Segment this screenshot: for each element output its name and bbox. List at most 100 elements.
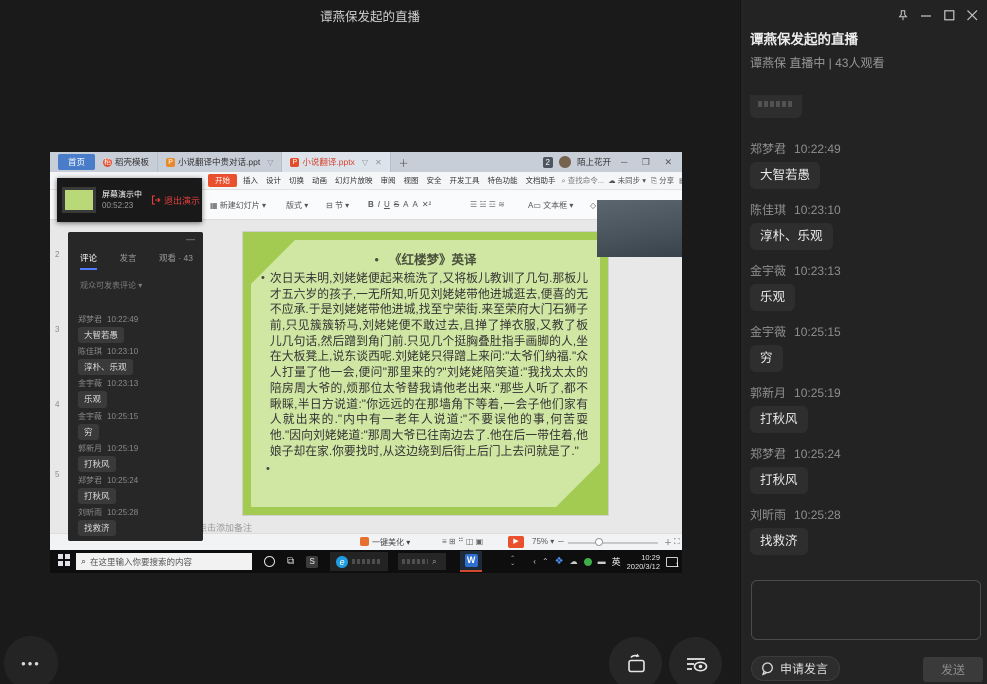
slide-title: •《红楼梦》英译 (251, 249, 600, 268)
slide: •《红楼梦》英译 • 次日天未明,刘姥姥便起来梳洗了,又将板儿教训了几句.那板儿… (243, 232, 608, 515)
message-bubble: 找救济 (750, 528, 808, 555)
chat-input[interactable] (751, 580, 981, 640)
slide-number-strip: 2345 (55, 220, 65, 533)
zoom-level: 75% ▾ (532, 537, 554, 546)
active-tab-underline (80, 268, 97, 270)
message-time: 10:25:15 (794, 325, 841, 339)
message-bubble: 大智若愚 (78, 327, 124, 343)
rotate-icon (624, 652, 648, 676)
slide-number: 3 (55, 325, 59, 334)
message-bubble: 乐观 (750, 284, 795, 311)
slide-number: 4 (55, 400, 59, 409)
panel-tab-speak: 发言 (119, 252, 136, 264)
clipped-message-bubble (750, 95, 802, 118)
font-format-buttons: BIUSAA✕² (368, 200, 435, 209)
ribbon-tab-4: 切换 (287, 174, 306, 187)
chat-message: 金宇薇10:23:13乐观 (78, 378, 199, 410)
request-speak-button[interactable]: 申请发言 (751, 656, 840, 681)
wps-doc-tab: P 小说翻译中贵对话.ppt ▽ (158, 152, 282, 172)
message-bubble: 打秋风 (78, 456, 116, 472)
pin-icon[interactable] (897, 9, 909, 21)
stage-title: 谭燕保发起的直播 (0, 6, 740, 25)
message-bubble: 乐观 (78, 391, 107, 407)
close-button[interactable] (966, 9, 978, 21)
windows-taskbar: ⌕在这里输入你要搜索的内容 ⧉ S e ⌕ W ⌃⌄ ‹ ⌃ ❖ ☁ ▬ 英 1 (50, 550, 682, 573)
message-sender: 陈佳琪 (750, 203, 786, 217)
ribbon-tab-3: 设计 (264, 174, 283, 187)
stream-status: 谭燕保 直播中 | 43人观看 (750, 54, 884, 71)
message-sender: 郑梦君 (750, 142, 786, 156)
chat-message: 金宇薇10:25:15穷 (78, 411, 199, 443)
wps-taskbar-button: W (460, 551, 482, 572)
ribbon-tab-9: 安全 (425, 174, 444, 187)
slide-thumbnail (62, 187, 96, 213)
presenter-webcam (597, 200, 682, 257)
presenting-timer: 00:52:23 (102, 200, 142, 211)
wps-username: 陌上花开 (577, 156, 611, 168)
chat-message: 陈佳琪10:23:10淳朴、乐观 (750, 201, 981, 262)
toggle-comments-button[interactable] (669, 637, 722, 684)
cube-tray-icon: ❖ (555, 556, 564, 567)
wps-active-doc-tab: P 小说翻译.pptx ▽ ✕ (282, 152, 390, 172)
message-time: 10:22:49 (107, 315, 138, 324)
exit-icon (151, 195, 161, 205)
taskbar-search-box: ⌕在这里输入你要搜索的内容 (76, 553, 252, 570)
chat-message: 郑梦君10:22:49大智若愚 (750, 140, 981, 201)
share-button: ⎘ 分享 (651, 175, 674, 186)
message-time: 10:25:15 (107, 412, 138, 421)
message-sender: 郑梦君 (750, 447, 786, 461)
chevron-down-icon: ▽ (267, 158, 273, 167)
ribbon-tab-6: 幻灯片放映 (333, 174, 375, 187)
chevron-down-icon: ▽ (362, 158, 368, 167)
message-time: 10:23:13 (794, 264, 841, 278)
message-sender: 金宇薇 (750, 264, 786, 278)
slide-body-text: 次日天未明,刘姥姥便起来梳洗了,又将板儿教训了几句.那板儿才五六岁的孩子,一无所… (270, 271, 588, 459)
beautify-button: 一键美化 ▾ (360, 537, 410, 548)
hidden-icons-chevron: ⌃ (542, 557, 549, 566)
minimize-button[interactable] (920, 9, 932, 21)
paragraph-buttons: ☰ ☱ ☲ ≋ (470, 200, 505, 209)
message-bubble: 淳朴、乐观 (750, 223, 833, 250)
message-bubble: 找救济 (78, 520, 116, 536)
exit-presentation-button: 退出演示 (151, 194, 200, 207)
zoom-slider (568, 542, 658, 544)
comment-permission-hint: 观众可发表评论 ▾ (80, 280, 142, 291)
find-command: ⌕ 查找命令... (562, 175, 605, 186)
message-time: 10:25:28 (794, 508, 841, 522)
message-bubble: 打秋风 (750, 406, 808, 433)
chat-message: 刘昕雨10:25:28找救济 (750, 506, 981, 563)
rotate-screen-button[interactable] (609, 637, 662, 684)
live-stream-window: 谭燕保发起的直播 首页 稻 稻壳模板 P 小说翻译中贵对话.ppt ▽ P 小说… (0, 0, 987, 684)
send-button[interactable]: 发送 (923, 657, 983, 682)
message-sender: 郭新月 (78, 444, 102, 453)
bullet-icon: • (261, 272, 265, 459)
message-bubble: 穷 (78, 424, 99, 440)
sidebar: 谭燕保发起的直播 谭燕保 直播中 | 43人观看 郑梦君10:22:49大智若愚… (740, 0, 987, 684)
message-sender: 郑梦君 (78, 476, 102, 485)
message-time: 10:25:24 (794, 447, 841, 461)
panel-tab-viewers: 观看 · 43 (159, 252, 193, 264)
message-time: 10:22:49 (794, 142, 841, 156)
maximize-button[interactable] (943, 9, 955, 21)
sync-status: ☁ 未同步 ▾ (608, 175, 646, 186)
ribbon-tab-1: 开始 (208, 174, 237, 187)
wps-window-controls: ─ ❐ ✕ (621, 157, 678, 168)
zoom-out-icon: ─ (558, 537, 564, 546)
ribbon-tab-10: 开发工具 (448, 174, 482, 187)
slide-number: 2 (55, 250, 59, 259)
message-bubble: 打秋风 (78, 488, 116, 504)
in-video-comment-panel: — 评论 发言 观看 · 43 观众可发表评论 ▾ 郑梦君10:22:49大智若… (68, 232, 203, 541)
chat-message: 陈佳琪10:23:10淳朴、乐观 (78, 346, 199, 378)
stage: 谭燕保发起的直播 首页 稻 稻壳模板 P 小说翻译中贵对话.ppt ▽ P 小说… (0, 0, 740, 684)
edge-taskbar-button: e (330, 552, 388, 571)
chat-message-list[interactable]: 郑梦君10:22:49大智若愚陈佳琪10:23:10淳朴、乐观金宇薇10:23:… (750, 95, 981, 563)
message-time: 10:23:13 (107, 379, 138, 388)
more-options-button[interactable]: ••• (4, 636, 58, 684)
input-language-indicator: 英 (612, 555, 621, 568)
presenting-overlay: 屏幕演示中 00:52:23 退出演示 (57, 178, 202, 222)
textbox-button: A▭ 文本框 ▾ (528, 200, 573, 211)
system-tray: ‹ ⌃ ❖ ☁ ▬ 英 10:29 2020/3/12 1 (533, 550, 678, 573)
annotate-button: ▤ 批注 (679, 175, 682, 186)
start-button (58, 553, 70, 571)
play-slideshow-button: ▶ (508, 536, 524, 548)
